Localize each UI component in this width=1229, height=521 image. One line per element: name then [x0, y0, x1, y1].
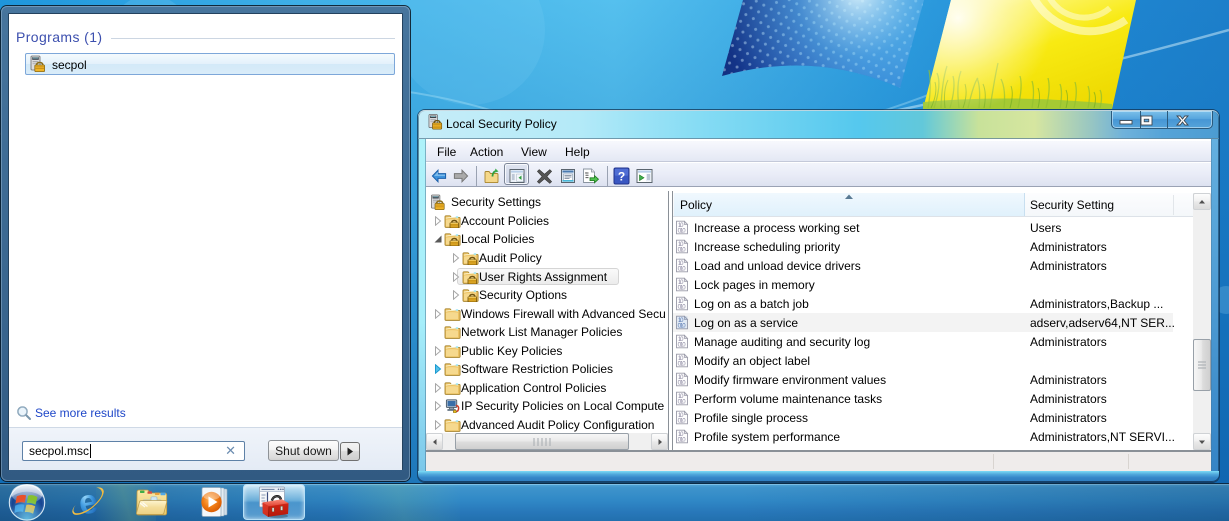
svg-text:?: ?	[618, 170, 625, 184]
